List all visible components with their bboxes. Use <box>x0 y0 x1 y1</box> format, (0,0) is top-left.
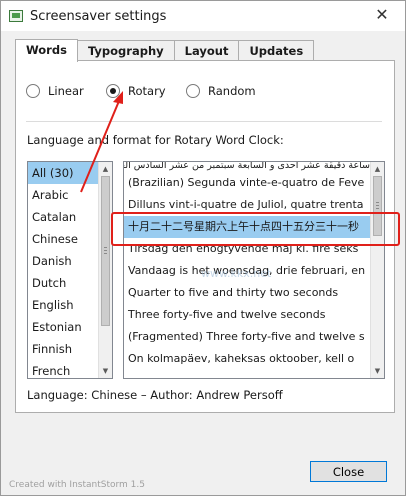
format-item[interactable]: ساعة دقيقة عشر احدى و السابعة سبتمبر من … <box>124 162 370 172</box>
radio-linear[interactable]: Linear <box>26 84 84 98</box>
scroll-thumb[interactable] <box>101 176 110 326</box>
format-item[interactable]: (Fragmented) Three forty-five and twelve… <box>124 326 370 348</box>
radio-rotary-label: Rotary <box>128 84 166 98</box>
format-item[interactable]: On kolmapäev, kaheksas oktoober, kell o <box>124 348 370 370</box>
credit-text: Created with InstantStorm 1.5 <box>9 480 145 490</box>
format-item[interactable]: Dilluns vint-i-quatre de Juliol, quatre … <box>124 194 370 216</box>
scroll-up-icon[interactable]: ▲ <box>99 162 112 176</box>
tab-typography[interactable]: Typography <box>76 40 175 61</box>
close-icon[interactable]: ✕ <box>371 4 393 26</box>
scroll-up-icon[interactable]: ▲ <box>371 162 384 176</box>
title-bar: Screensaver settings ✕ <box>1 1 405 31</box>
watermark-text: www.kkx.net <box>201 267 272 280</box>
words-panel: Linear Rotary Random Language and format… <box>15 60 395 413</box>
language-item[interactable]: Finnish <box>28 338 98 360</box>
close-button[interactable]: Close <box>310 461 387 482</box>
scroll-down-icon[interactable]: ▼ <box>99 364 112 378</box>
tab-layout[interactable]: Layout <box>173 40 240 61</box>
language-item[interactable]: Estonian <box>28 316 98 338</box>
format-item[interactable]: Three forty-five and twelve seconds <box>124 304 370 326</box>
radio-linear-label: Linear <box>48 84 84 98</box>
language-item[interactable]: Arabic <box>28 184 98 206</box>
language-item[interactable]: Chinese <box>28 228 98 250</box>
radio-random[interactable]: Random <box>186 84 256 98</box>
dialog-window: Screensaver settings ✕ Words Typography … <box>0 0 406 496</box>
language-item[interactable]: French <box>28 360 98 378</box>
section-label: Language and format for Rotary Word Cloc… <box>27 133 284 147</box>
window-title: Screensaver settings <box>30 8 167 24</box>
scroll-thumb[interactable] <box>373 176 382 236</box>
language-author-info: Language: Chinese – Author: Andrew Perso… <box>27 388 283 402</box>
radio-linear-button[interactable] <box>26 84 40 98</box>
tab-strip: Words Typography Layout Updates <box>15 39 315 62</box>
radio-random-button[interactable] <box>186 84 200 98</box>
app-icon <box>9 10 23 22</box>
radio-random-label: Random <box>208 84 256 98</box>
language-item[interactable]: Danish <box>28 250 98 272</box>
tab-words[interactable]: Words <box>15 39 78 62</box>
language-item[interactable]: Catalan <box>28 206 98 228</box>
language-list[interactable]: All (30) Arabic Catalan Chinese Danish D… <box>27 161 113 379</box>
scroll-down-icon[interactable]: ▼ <box>371 364 384 378</box>
format-item[interactable]: 十月二十二号星期六上午十点四十五分三十一秒 <box>124 216 370 238</box>
format-item[interactable]: Quarter to five and thirty two seconds <box>124 282 370 304</box>
radio-rotary[interactable]: Rotary <box>106 84 166 98</box>
language-scrollbar[interactable]: ▲ ▼ <box>98 162 112 378</box>
format-scrollbar[interactable]: ▲ ▼ <box>370 162 384 378</box>
tab-updates[interactable]: Updates <box>238 40 315 61</box>
format-item[interactable]: Tirsdag den enogtyvende maj kl. fire sek… <box>124 238 370 260</box>
language-item[interactable]: Dutch <box>28 272 98 294</box>
separator <box>26 121 382 122</box>
format-item[interactable]: (Brazilian) Segunda vinte-e-quatro de Fe… <box>124 172 370 194</box>
radio-rotary-button[interactable] <box>106 84 120 98</box>
language-item[interactable]: English <box>28 294 98 316</box>
language-item[interactable]: All (30) <box>28 162 98 184</box>
